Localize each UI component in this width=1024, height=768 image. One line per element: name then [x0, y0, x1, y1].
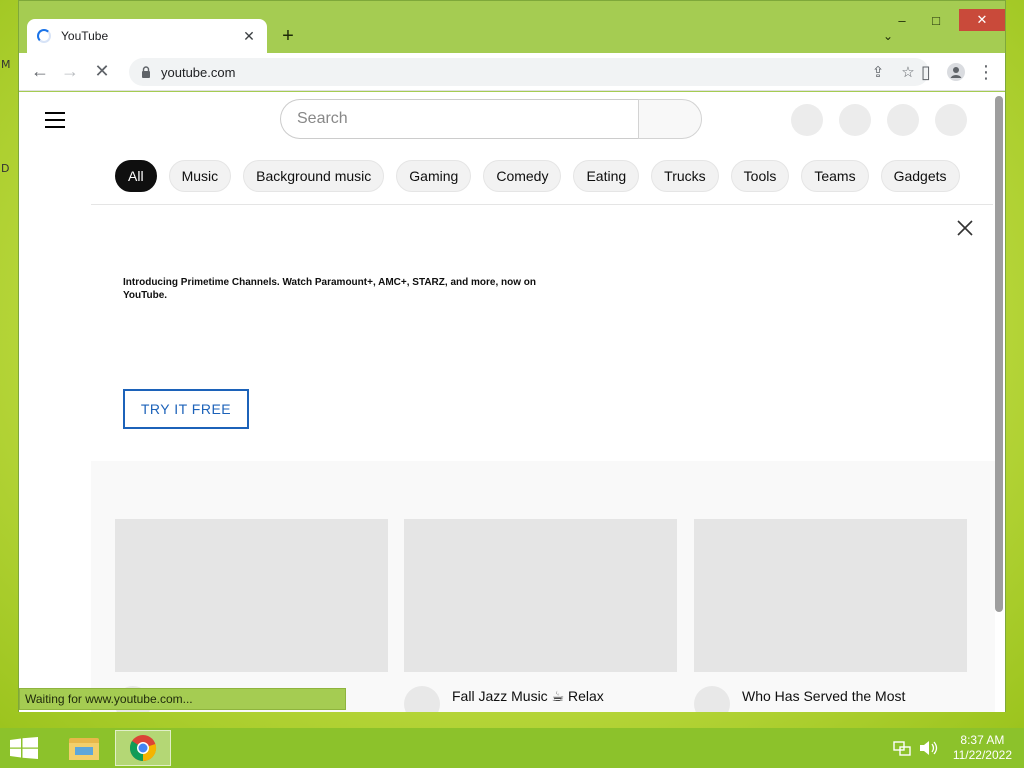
try-it-free-button[interactable]: TRY IT FREE: [123, 389, 249, 429]
url-text: youtube.com: [161, 64, 236, 80]
profile-avatar-icon[interactable]: [941, 57, 971, 87]
title-bar: – □ ✕ YouTube ✕ + ⌄: [19, 1, 1005, 53]
chip-all[interactable]: All: [115, 160, 157, 192]
category-chips: All Music Background music Gaming Comedy…: [115, 160, 960, 192]
maximize-button[interactable]: □: [919, 9, 953, 31]
tab-title: YouTube: [61, 29, 109, 43]
network-icon[interactable]: [893, 740, 911, 756]
chip-comedy[interactable]: Comedy: [483, 160, 562, 192]
status-bubble: Waiting for www.youtube.com...: [19, 688, 346, 710]
browser-toolbar: ← → ✕ youtube.com ⇪ ☆ ▯ ⋮: [19, 53, 1005, 91]
folder-icon: [69, 738, 99, 760]
header-icon-placeholder[interactable]: [887, 104, 919, 136]
scrollbar-thumb[interactable]: [995, 96, 1003, 612]
chrome-window: – □ ✕ YouTube ✕ + ⌄ ← → ✕ youtube.com ⇪ …: [18, 0, 1006, 712]
chip-gadgets[interactable]: Gadgets: [880, 160, 960, 192]
volume-icon[interactable]: [919, 740, 939, 756]
divider: [91, 204, 993, 205]
chrome-menu-button[interactable]: ⋮: [971, 57, 1001, 87]
search-button[interactable]: [638, 99, 702, 139]
clock-date: 11/22/2022: [952, 748, 1012, 762]
taskbar: 8:37 AM 11/22/2022: [0, 728, 1024, 768]
chip-trucks[interactable]: Trucks: [651, 160, 719, 192]
side-panel-icon[interactable]: ▯: [911, 57, 941, 87]
chip-teams[interactable]: Teams: [801, 160, 869, 192]
clock-time: 8:37 AM: [960, 733, 1005, 747]
lock-icon: [142, 66, 150, 78]
chip-background-music[interactable]: Background music: [243, 160, 385, 192]
youtube-page: Search All Music Background music Gaming…: [19, 92, 1005, 712]
person-icon: [947, 63, 965, 81]
desktop-icon-label-partial[interactable]: M: [1, 58, 11, 71]
chip-eating[interactable]: Eating: [573, 160, 640, 192]
file-explorer-taskbar-button[interactable]: [56, 730, 112, 766]
close-window-button[interactable]: ✕: [959, 9, 1005, 31]
tab-close-icon[interactable]: ✕: [241, 28, 257, 45]
chip-tools[interactable]: Tools: [730, 160, 790, 192]
chrome-icon: [129, 735, 157, 762]
minimize-button[interactable]: –: [885, 9, 919, 31]
header-icon-placeholder[interactable]: [935, 104, 967, 136]
address-bar[interactable]: youtube.com ⇪ ☆: [129, 58, 929, 86]
desktop-icon-label-partial[interactable]: D: [1, 162, 9, 175]
chip-gaming[interactable]: Gaming: [396, 160, 472, 192]
video-title[interactable]: Who Has Served the Most: [742, 686, 962, 706]
tab-youtube[interactable]: YouTube ✕: [27, 19, 267, 53]
windows-start-icon[interactable]: [10, 737, 38, 759]
forward-button[interactable]: →: [55, 57, 85, 87]
tab-search-chevron-icon[interactable]: ⌄: [883, 29, 893, 43]
video-thumbnail[interactable]: [694, 519, 967, 672]
share-icon[interactable]: ⇪: [865, 61, 891, 83]
new-tab-button[interactable]: +: [277, 25, 299, 47]
search-input[interactable]: Search: [280, 99, 638, 139]
header-icon-placeholder[interactable]: [839, 104, 871, 136]
chip-music[interactable]: Music: [168, 160, 232, 192]
promo-text: Introducing Primetime Channels. Watch Pa…: [123, 277, 537, 301]
loading-spinner-icon: [37, 29, 51, 43]
clock[interactable]: 8:37 AM 11/22/2022: [953, 733, 1012, 763]
video-thumbnail[interactable]: [115, 519, 388, 672]
back-button[interactable]: ←: [25, 57, 55, 87]
hamburger-menu-icon[interactable]: [45, 112, 65, 133]
stop-loading-button[interactable]: ✕: [87, 57, 117, 87]
system-tray: 8:37 AM 11/22/2022: [893, 728, 1024, 768]
close-icon[interactable]: [955, 218, 975, 238]
chrome-taskbar-button[interactable]: [115, 730, 171, 766]
header-icon-placeholder[interactable]: [791, 104, 823, 136]
video-title[interactable]: Fall Jazz Music ☕ Relax: [452, 686, 672, 706]
window-controls: – □ ✕: [885, 9, 1005, 31]
video-thumbnail[interactable]: [404, 519, 677, 672]
